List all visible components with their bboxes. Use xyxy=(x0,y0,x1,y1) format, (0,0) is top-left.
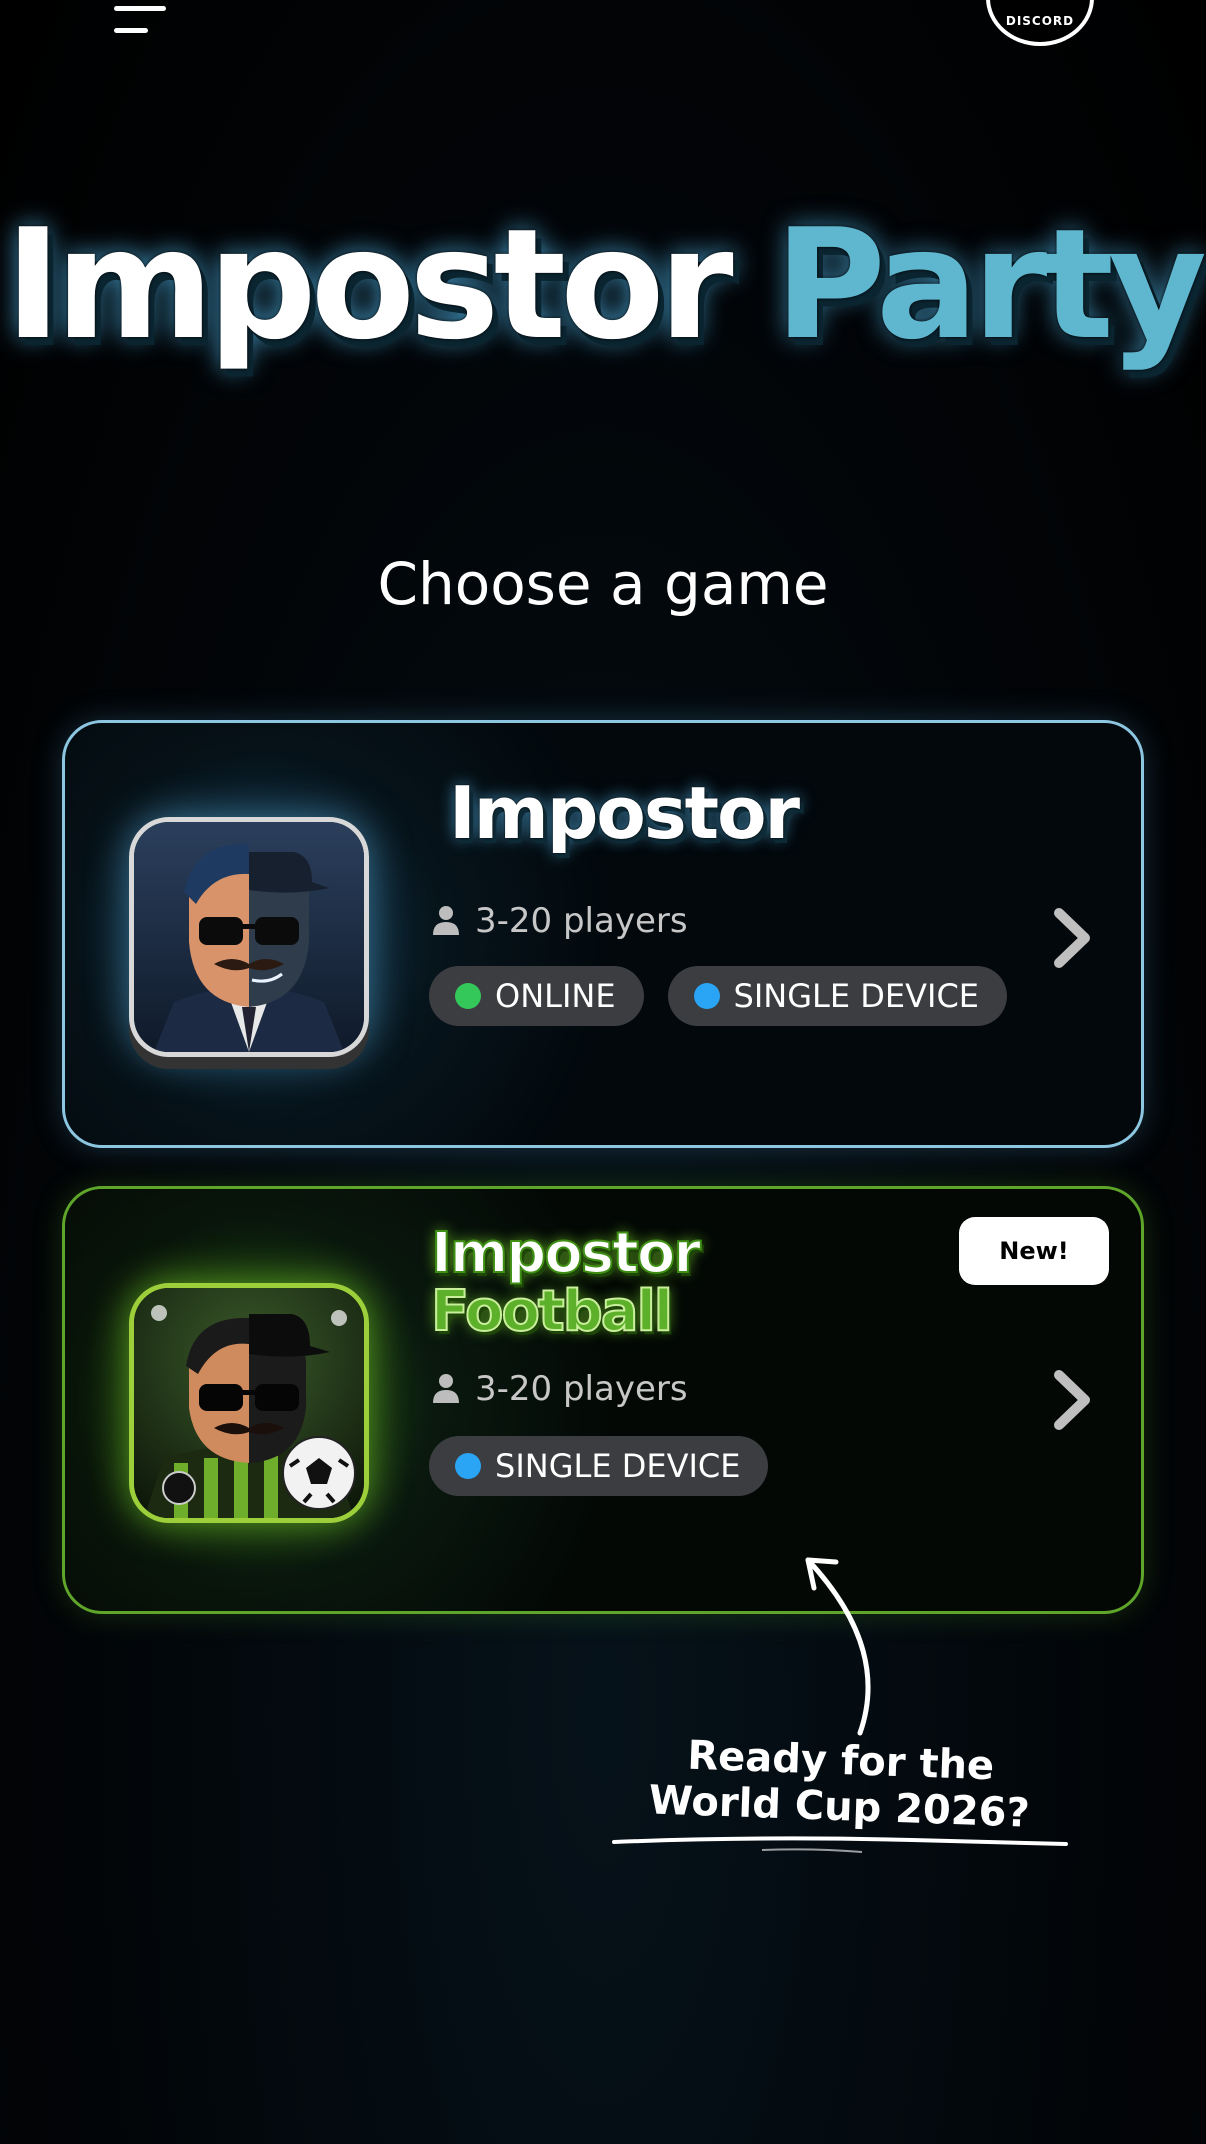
game-title: Impostor xyxy=(449,771,800,855)
game-title-line2: Football xyxy=(430,1279,674,1344)
person-icon xyxy=(433,1373,459,1403)
mode-badges: SINGLE DEVICE xyxy=(429,1436,769,1496)
person-icon xyxy=(433,905,459,935)
badge-label: SINGLE DEVICE xyxy=(495,1447,741,1485)
app-title-part2: Party xyxy=(774,196,1206,373)
mode-badge-single-device: SINGLE DEVICE xyxy=(667,966,1007,1026)
status-dot-icon xyxy=(455,1453,481,1479)
game-title-line1: Impostor xyxy=(430,1221,702,1286)
mode-badge-online: ONLINE xyxy=(429,966,644,1026)
discord-button[interactable]: DISCORD xyxy=(986,0,1094,46)
impostor-game-icon xyxy=(129,817,369,1057)
menu-bar xyxy=(114,28,148,33)
mode-badge-single-device: SINGLE DEVICE xyxy=(429,1436,769,1496)
hamburger-menu-icon[interactable] xyxy=(110,0,170,40)
curved-arrow-icon xyxy=(805,1557,871,1736)
app-title: Impostor Party xyxy=(0,200,1206,370)
chevron-right-icon[interactable] xyxy=(1043,903,1103,973)
menu-bar xyxy=(114,6,166,11)
impostor-football-game-icon xyxy=(129,1283,369,1523)
new-badge: New! xyxy=(959,1217,1109,1285)
game-select-screen: DISCORD Impostor Party Choose a game Imp… xyxy=(0,0,1206,2144)
game-card-impostor[interactable]: Impostor 3-20 players ONLINE SINGLE DEVI… xyxy=(62,720,1144,1148)
section-heading: Choose a game xyxy=(377,550,829,618)
status-dot-icon xyxy=(693,983,720,1009)
badge-label: ONLINE xyxy=(495,977,616,1015)
chevron-right-icon[interactable] xyxy=(1043,1365,1103,1435)
discord-label: DISCORD xyxy=(1005,14,1075,28)
brush-underline xyxy=(612,1836,1068,1853)
status-dot-icon xyxy=(455,983,481,1009)
player-count: 3-20 players xyxy=(431,899,688,943)
player-count: 3-20 players xyxy=(431,1367,688,1411)
game-card-impostor-football[interactable]: Impostor Football New! 3-20 players SING… xyxy=(62,1186,1144,1614)
player-count-label: 3-20 players xyxy=(475,901,688,941)
world-cup-promo: Ready for the World Cup 2026? xyxy=(599,1730,1082,1839)
app-title-part1: Impostor xyxy=(4,196,734,373)
player-count-label: 3-20 players xyxy=(475,1369,688,1409)
badge-label: SINGLE DEVICE xyxy=(733,977,979,1015)
mode-badges: ONLINE SINGLE DEVICE xyxy=(429,966,1007,1026)
game-title: Impostor Football xyxy=(430,1221,702,1344)
